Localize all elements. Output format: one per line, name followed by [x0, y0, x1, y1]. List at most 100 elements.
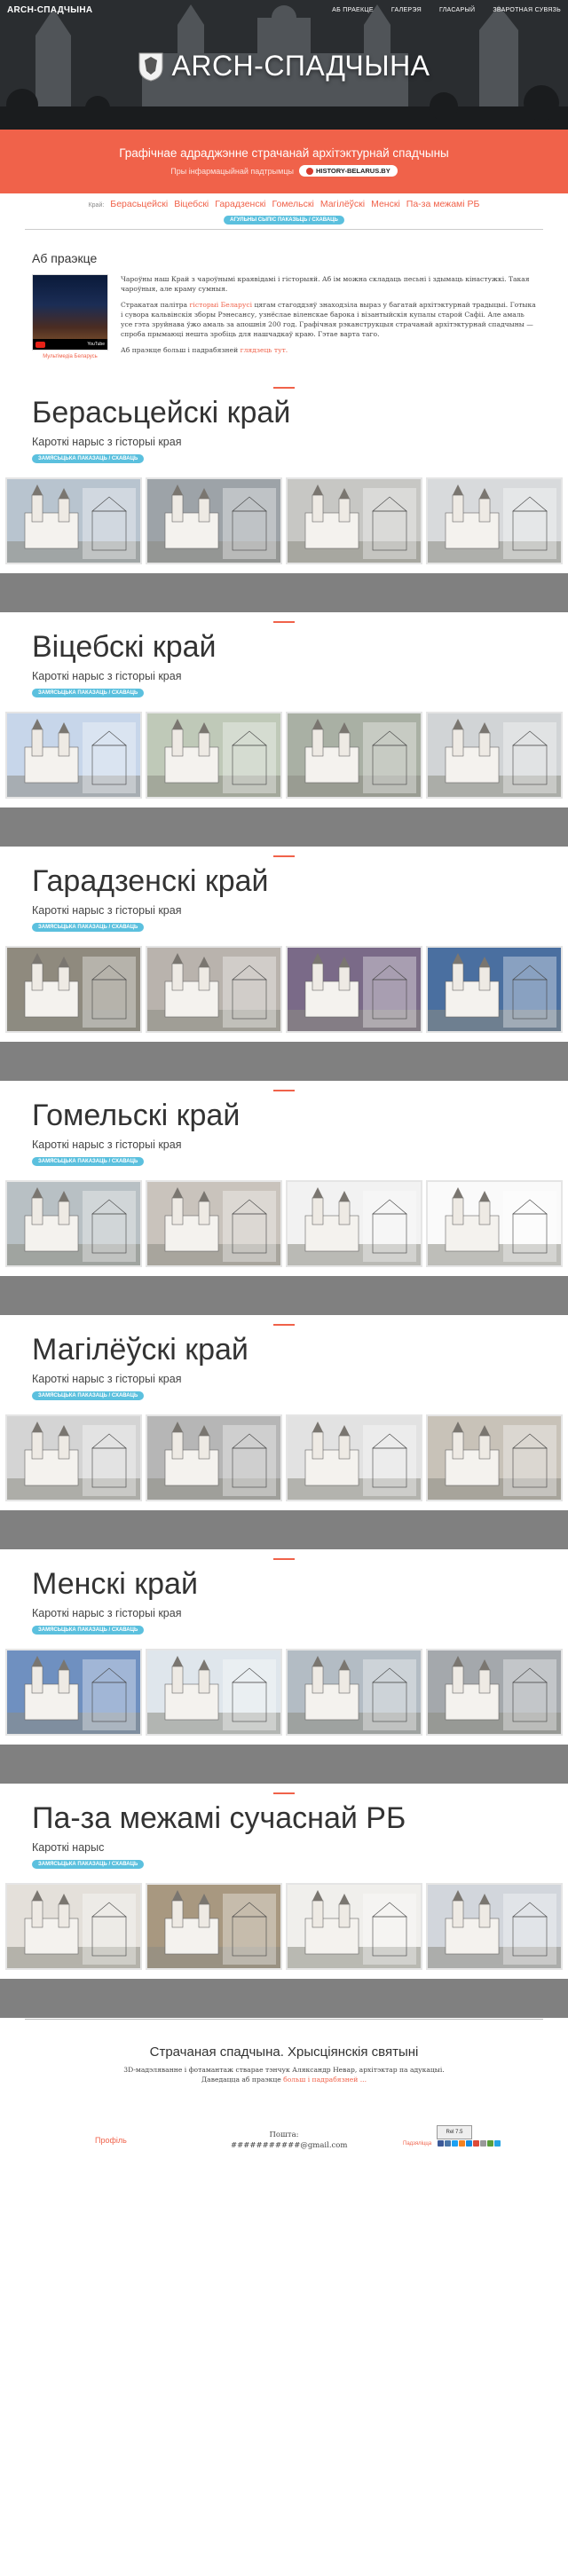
gallery-thumbnail[interactable]	[426, 477, 563, 564]
gallery-thumbnail[interactable]	[286, 1649, 422, 1736]
mailru-icon[interactable]	[466, 2140, 472, 2147]
site-brand[interactable]: ARCH-СПАДЧЫНА	[7, 5, 92, 15]
video-caption[interactable]: Мультімедіа Беларусь	[32, 354, 108, 359]
vk-icon[interactable]	[445, 2140, 451, 2147]
section-subtitle: Кароткі нарыс з гісторыі края	[32, 670, 182, 682]
livejournal-icon[interactable]	[487, 2140, 493, 2147]
gallery-thumbnail[interactable]	[146, 946, 282, 1033]
play-icon[interactable]	[36, 341, 45, 348]
gallery-thumbnail[interactable]	[5, 712, 142, 799]
region-link-vitebsk[interactable]: Віцебскі	[174, 199, 209, 209]
church-image-icon	[7, 479, 140, 563]
gallery-thumbnail[interactable]	[5, 1883, 142, 1970]
gallery-thumbnail[interactable]	[286, 946, 422, 1033]
about-paragraph-1: Чароўны наш Край з чароўнымі краявідамі …	[121, 275, 530, 293]
gallery-thumbnail[interactable]	[146, 1649, 282, 1736]
nav-links: АБ ПРАЕКЦЕ ГАЛЕРЭЯ ГЛАСАРЫЙ ЗВАРОТНАЯ СУ…	[332, 7, 561, 13]
history-link[interactable]: гісторыі Беларусі	[189, 301, 252, 309]
region-link-mogilev[interactable]: Магілёўскі	[320, 199, 365, 209]
video-thumbnail[interactable]: YouTube	[32, 274, 108, 351]
section-gallery	[5, 477, 563, 564]
gallery-thumbnail[interactable]	[5, 1414, 142, 1501]
section-gallery	[5, 946, 563, 1033]
gallery-thumbnail[interactable]	[286, 1883, 422, 1970]
odnoklassniki-icon[interactable]	[459, 2140, 465, 2147]
google-plus-icon[interactable]	[473, 2140, 479, 2147]
region-link-abroad[interactable]: Па-за межамі РБ	[406, 199, 480, 209]
toggle-gallery-button[interactable]: ЗАМЯСЬЦЬКА ПАКАЗАЦЬ / СХАВАЦЬ	[32, 454, 145, 463]
region-section-vitebsk: Віцебскі край Кароткі нарыс з гісторыі кр…	[0, 621, 568, 847]
church-image-icon	[147, 948, 280, 1031]
region-link-grodno[interactable]: Гарадзенскі	[215, 199, 265, 209]
gallery-thumbnail[interactable]	[426, 1883, 563, 1970]
section-separator-band	[0, 807, 568, 847]
gallery-thumbnail[interactable]	[286, 1180, 422, 1267]
video-controls: YouTube	[33, 339, 107, 350]
gallery-thumbnail[interactable]	[426, 946, 563, 1033]
twitter-icon[interactable]	[452, 2140, 458, 2147]
nav-link-gallery[interactable]: ГАЛЕРЭЯ	[391, 7, 422, 13]
region-section-grodno: Гарадзенскі край Кароткі нарыс з гісторыі…	[0, 855, 568, 1081]
toggle-gallery-button[interactable]: ЗАМЯСЬЦЬКА ПАКАЗАЦЬ / СХАВАЦЬ	[32, 1860, 145, 1869]
gallery-thumbnail[interactable]	[426, 1180, 563, 1267]
section-separator-band	[0, 1979, 568, 2018]
gallery-thumbnail[interactable]	[146, 1180, 282, 1267]
church-image-icon	[428, 713, 561, 797]
visit-counter[interactable]: Rel 7.5	[437, 2125, 472, 2139]
about-paragraph-2: Стракатая палітра гісторыі Беларусі цяга…	[121, 301, 536, 338]
gallery-thumbnail[interactable]	[426, 1414, 563, 1501]
gallery-thumbnail[interactable]	[5, 946, 142, 1033]
gallery-thumbnail[interactable]	[426, 1649, 563, 1736]
toggle-gallery-button[interactable]: ЗАМЯСЬЦЬКА ПАКАЗАЦЬ / СХАВАЦЬ	[32, 923, 145, 932]
history-belarus-badge[interactable]: HISTORY-BELARUS.BY	[298, 165, 398, 177]
gallery-thumbnail[interactable]	[146, 1883, 282, 1970]
facebook-icon[interactable]	[438, 2140, 444, 2147]
about-heading: Аб праэкце	[32, 251, 98, 265]
church-image-icon	[147, 1885, 280, 1968]
nav-link-glossary[interactable]: ГЛАСАРЫЙ	[439, 7, 475, 13]
region-section-minsk: Менскі край Кароткі нарыс з гісторыі края…	[0, 1558, 568, 1784]
about-paragraph-3: Аб праэкце больш і падрабязней глядзець …	[121, 346, 288, 354]
share-label: Падзяліцца	[403, 2141, 432, 2147]
footer-more-link[interactable]: больш і падрабязней ...	[283, 2076, 367, 2084]
subtitle-banner: Графічнае адраджэнне страчанай архітэкту…	[0, 130, 568, 193]
email-share-icon[interactable]	[480, 2140, 486, 2147]
about-video[interactable]: YouTube Мультімедіа Беларусь	[32, 274, 108, 361]
gallery-thumbnail[interactable]	[286, 477, 422, 564]
mail-value[interactable]: ###########@gmail.com	[231, 2141, 348, 2152]
coat-of-arms-icon	[138, 52, 163, 82]
footer: Страчаная спадчына. Хрысціянскія святыні…	[0, 2019, 568, 2173]
gallery-thumbnail[interactable]	[146, 1414, 282, 1501]
share-icons	[438, 2140, 501, 2147]
region-section-abroad: Па-за межамі сучаснай РБ Кароткі нарыс ЗАМ…	[0, 1792, 568, 2018]
toggle-gallery-button[interactable]: ЗАМЯСЬЦЬКА ПАКАЗАЦЬ / СХАВАЦЬ	[32, 1391, 145, 1400]
region-nav: Край: Берасьцейскі Віцебскі Гарадзенскі …	[0, 193, 568, 229]
footer-line-1: 3D-мадэляванне і фотамантаж стварае тэнч…	[123, 2066, 445, 2074]
gallery-thumbnail[interactable]	[286, 1414, 422, 1501]
section-header: Магілёўскі край Кароткі нарыс з гісторыі …	[0, 1324, 568, 1401]
gallery-thumbnail[interactable]	[5, 477, 142, 564]
section-gallery	[5, 1649, 563, 1736]
gallery-thumbnail[interactable]	[426, 712, 563, 799]
nav-link-contact[interactable]: ЗВАРОТНАЯ СУВЯЗЬ	[493, 7, 561, 13]
gallery-thumbnail[interactable]	[286, 712, 422, 799]
gallery-thumbnail[interactable]	[5, 1649, 142, 1736]
profile-link[interactable]: Профіль	[95, 2136, 127, 2145]
region-link-brest[interactable]: Берасьцейскі	[110, 199, 168, 209]
gallery-thumbnail[interactable]	[5, 1180, 142, 1267]
about-more-link[interactable]: глядзець тут.	[241, 346, 288, 354]
show-all-button[interactable]: АГУЛЬНЫ СЫПІС ПАКАЗЬЦЬ / СХАВАЦЬ	[224, 216, 344, 225]
telegram-icon[interactable]	[494, 2140, 501, 2147]
nav-link-about[interactable]: АБ ПРАЕКЦЕ	[332, 7, 374, 13]
about-section: Аб праэкце YouTube Мультімедіа Беларусь …	[0, 230, 568, 403]
section-header: Менскі край Кароткі нарыс з гісторыі края…	[0, 1558, 568, 1635]
region-link-minsk[interactable]: Менскі	[371, 199, 400, 209]
section-title: Па-за межамі сучаснай РБ	[32, 1801, 406, 1835]
region-link-gomel[interactable]: Гомельскі	[272, 199, 314, 209]
gallery-thumbnail[interactable]	[146, 477, 282, 564]
toggle-gallery-button[interactable]: ЗАМЯСЬЦЬКА ПАКАЗАЦЬ / СХАВАЦЬ	[32, 689, 145, 697]
toggle-gallery-button[interactable]: ЗАМЯСЬЦЬКА ПАКАЗАЦЬ / СХАВАЦЬ	[32, 1626, 145, 1635]
section-gallery	[5, 1883, 563, 1970]
gallery-thumbnail[interactable]	[146, 712, 282, 799]
toggle-gallery-button[interactable]: ЗАМЯСЬЦЬКА ПАКАЗАЦЬ / СХАВАЦЬ	[32, 1157, 145, 1166]
